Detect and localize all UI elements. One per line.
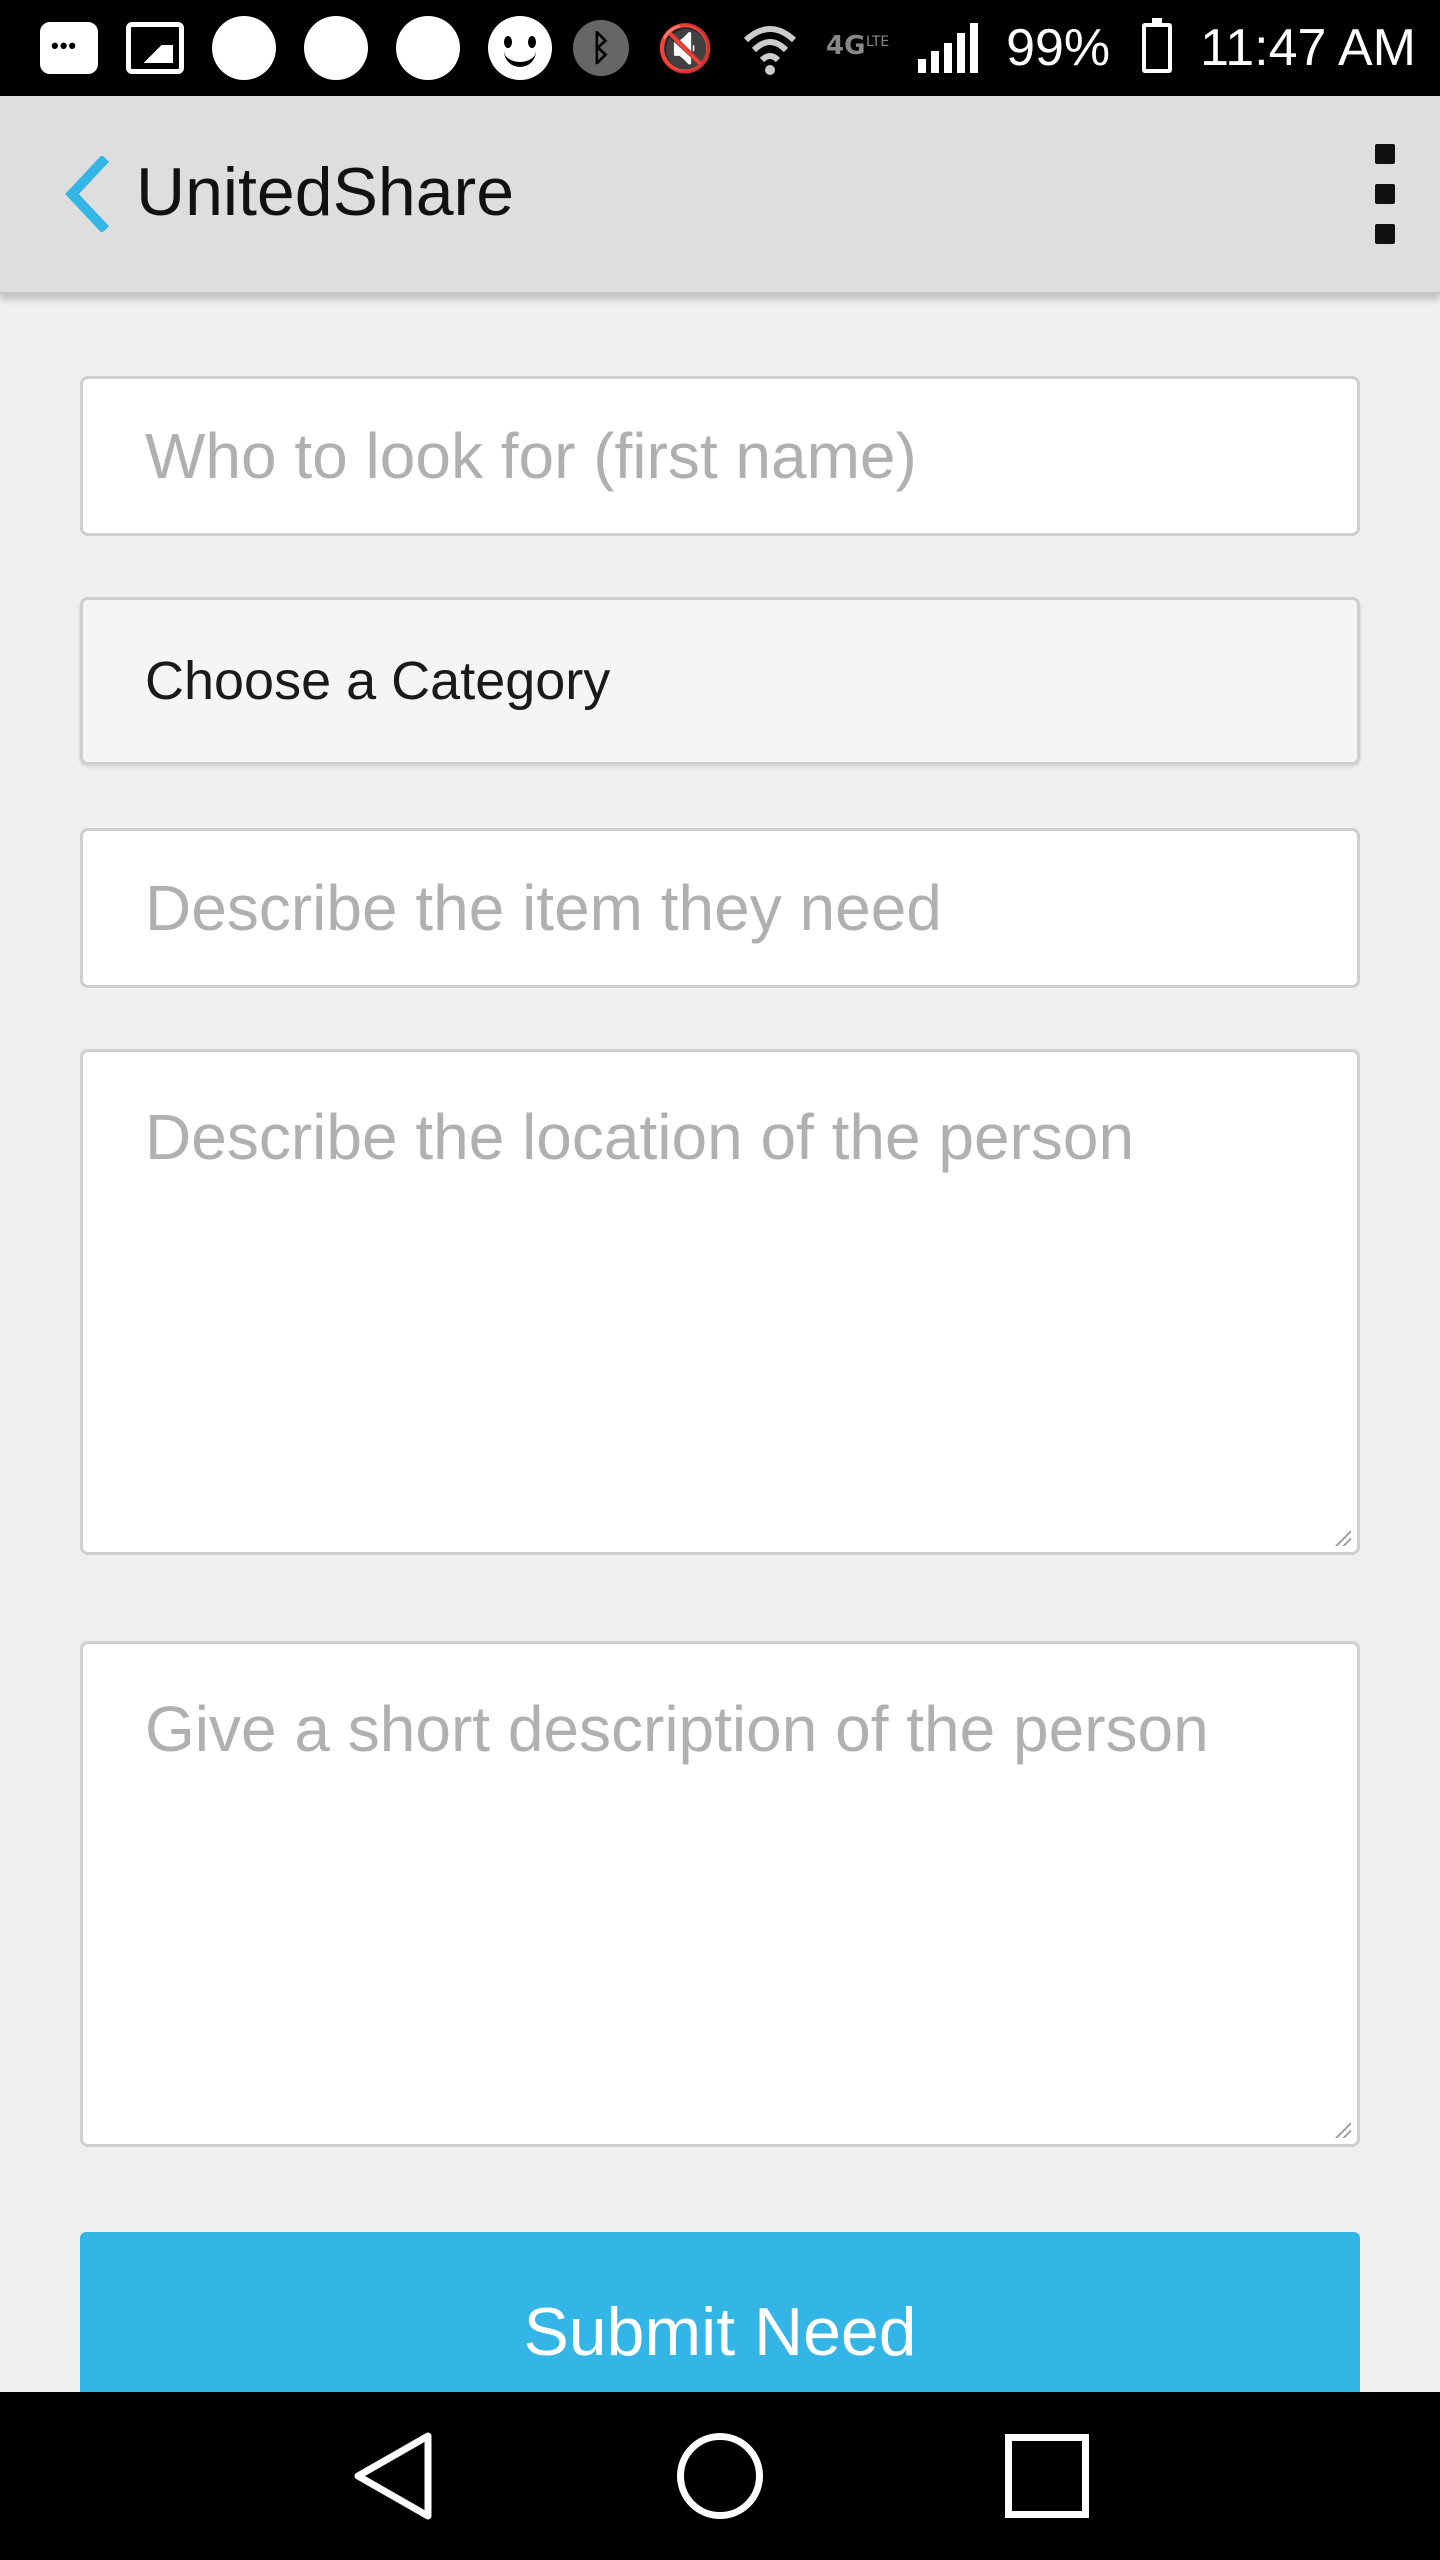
circle-notification-icon: [396, 16, 460, 80]
person-description-textarea[interactable]: Give a short description of the person: [80, 1641, 1360, 2147]
svg-text:4G: 4G: [826, 31, 865, 61]
category-select[interactable]: Choose a Category: [80, 597, 1360, 765]
image-icon: [126, 22, 184, 74]
item-description-placeholder: Describe the item they need: [145, 872, 942, 944]
overflow-menu-icon[interactable]: [1370, 144, 1400, 244]
resize-grip-icon[interactable]: [1333, 1528, 1351, 1546]
location-placeholder: Describe the location of the person: [145, 1101, 1135, 1173]
message-icon: [40, 22, 98, 74]
circle-notification-icon: [304, 16, 368, 80]
category-selected-value: Choose a Category: [145, 651, 611, 711]
navigation-bar: [0, 2392, 1440, 2560]
item-description-input[interactable]: Describe the item they need: [80, 828, 1360, 988]
status-bar: ᛒ 🔇 4G LTE 99% 11:47 AM: [0, 0, 1440, 96]
back-arrow-icon[interactable]: [62, 156, 112, 232]
status-notifications: [40, 16, 552, 80]
bluetooth-icon: ᛒ: [572, 20, 629, 76]
recent-apps-icon[interactable]: [997, 2426, 1097, 2526]
app-title: UnitedShare: [136, 154, 515, 230]
first-name-placeholder: Who to look for (first name): [145, 420, 917, 492]
app-bar: UnitedShare: [0, 96, 1440, 294]
person-description-placeholder: Give a short description of the person: [145, 1693, 1209, 1765]
signal-icon: [918, 23, 979, 73]
battery-percent: 99%: [1006, 19, 1111, 77]
home-nav-icon[interactable]: [670, 2426, 770, 2526]
smiley-icon: [488, 16, 552, 80]
svg-text:LTE: LTE: [866, 34, 889, 50]
location-textarea[interactable]: Describe the location of the person: [80, 1049, 1360, 1555]
4g-icon: 4G LTE: [826, 31, 889, 61]
status-system: ᛒ 🔇 4G LTE 99% 11:47 AM: [572, 18, 1416, 77]
mute-icon: 🔇: [656, 21, 715, 75]
screen: ᛒ 🔇 4G LTE 99% 11:47 AM UnitedShare: [0, 0, 1440, 2560]
clock: 11:47 AM: [1200, 19, 1416, 77]
circle-notification-icon: [212, 16, 276, 80]
resize-grip-icon[interactable]: [1333, 2120, 1351, 2138]
battery-icon: [1142, 18, 1173, 73]
back-nav-icon[interactable]: [343, 2426, 443, 2526]
wifi-icon: [744, 26, 797, 75]
first-name-input[interactable]: Who to look for (first name): [80, 376, 1360, 536]
